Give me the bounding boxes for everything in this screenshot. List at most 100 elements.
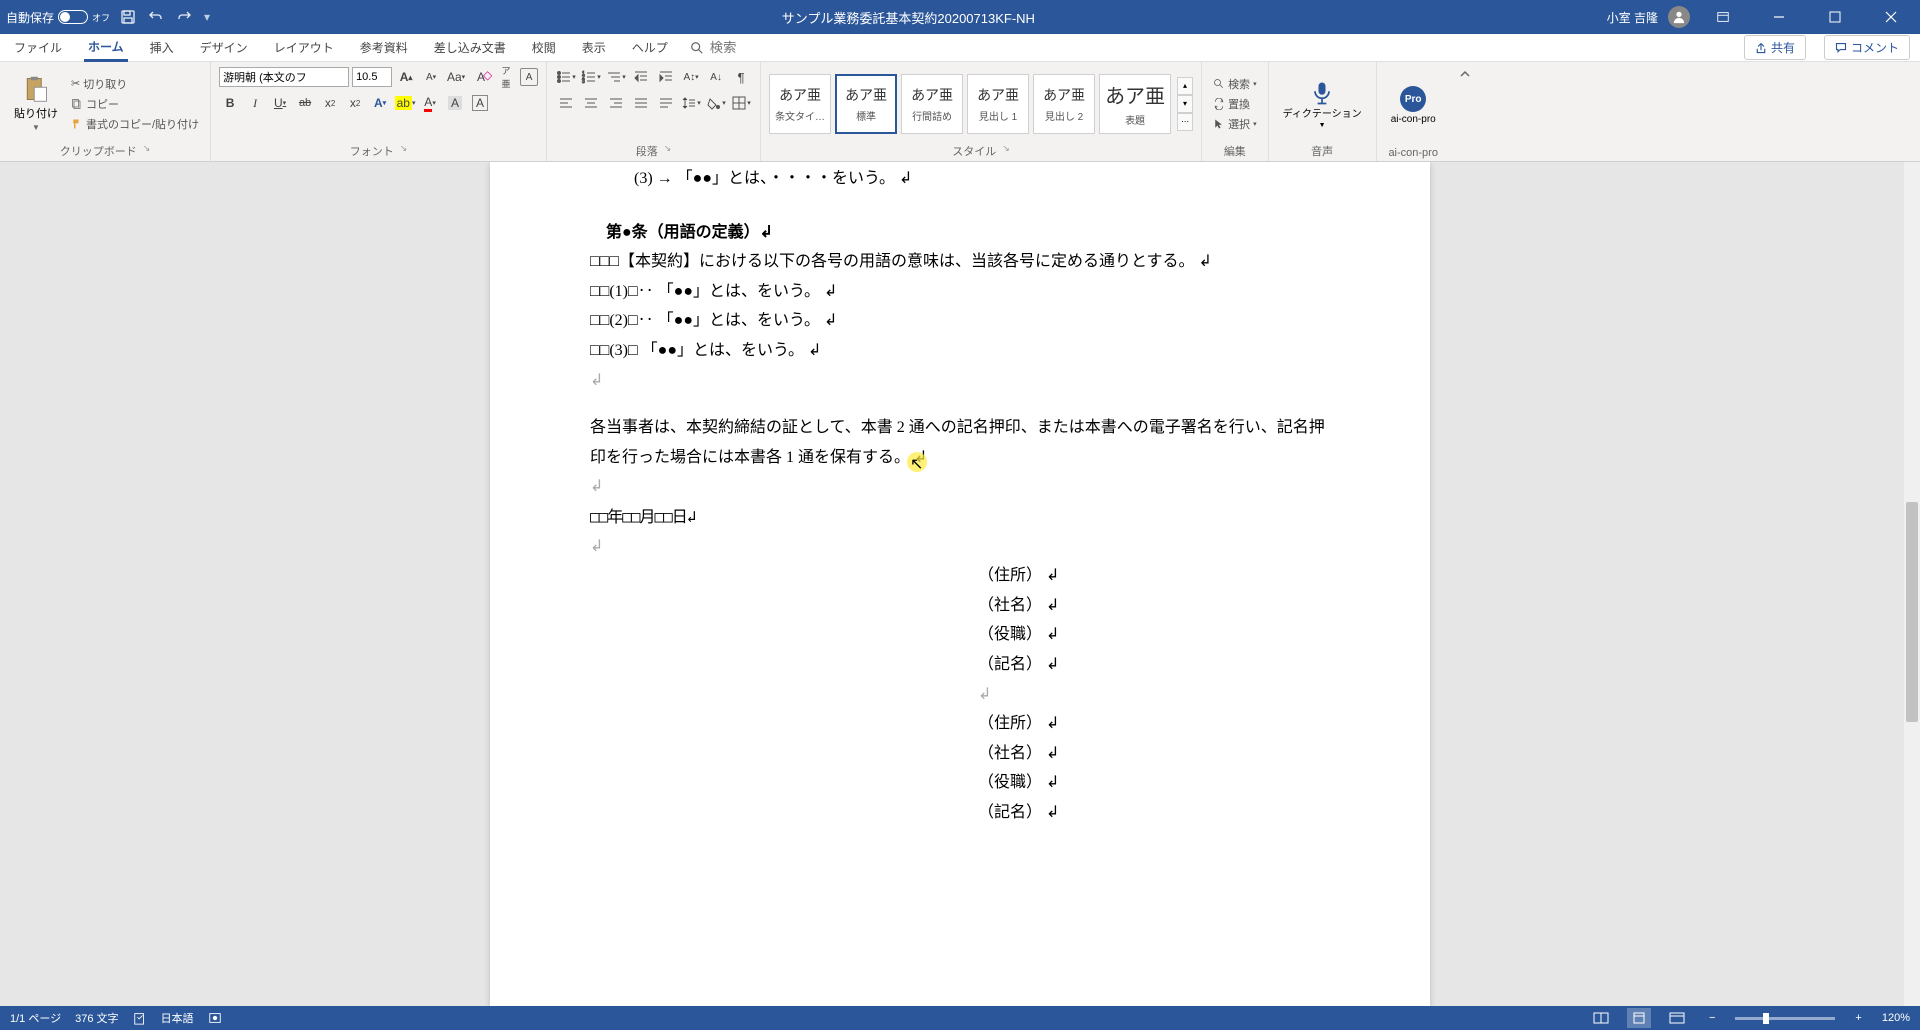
doc-line[interactable]: （役職） ↲ xyxy=(590,620,1330,650)
page[interactable]: (3) → 「●●」とは、・・・・をいう。 ↲ 第●条（用語の定義）↲ □□□【… xyxy=(490,162,1430,1006)
document-area[interactable]: (3) → 「●●」とは、・・・・をいう。 ↲ 第●条（用語の定義）↲ □□□【… xyxy=(0,162,1920,1006)
auto-save-toggle[interactable] xyxy=(58,10,88,24)
italic-button[interactable]: I xyxy=(244,92,266,114)
zoom-level[interactable]: 120% xyxy=(1882,1012,1910,1024)
justify-button[interactable] xyxy=(630,92,652,114)
style-more-button[interactable]: ⋯ xyxy=(1177,113,1193,131)
proofing-icon[interactable] xyxy=(133,1011,147,1025)
addin-button[interactable]: Pro ai-con-pro xyxy=(1385,82,1442,129)
style-item-4[interactable]: あア亜見出し 2 xyxy=(1033,74,1095,134)
style-item-3[interactable]: あア亜見出し 1 xyxy=(967,74,1029,134)
style-down-button[interactable]: ▾ xyxy=(1177,95,1193,113)
font-name-combo[interactable] xyxy=(219,67,349,87)
undo-icon[interactable] xyxy=(148,9,164,25)
style-item-5[interactable]: あア亜表題 xyxy=(1099,74,1171,134)
doc-line[interactable]: □□(1)□‥ 「●●」とは、をいう。 ↲ xyxy=(590,277,1330,307)
text-effects-button[interactable]: A▾ xyxy=(369,92,391,114)
doc-line[interactable]: □□(2)□‥ 「●●」とは、をいう。 ↲ xyxy=(590,306,1330,336)
dialog-launcher-icon[interactable]: ↘ xyxy=(1002,143,1010,159)
user-name[interactable]: 小室 吉隆 xyxy=(1607,9,1658,26)
tab-home[interactable]: ホーム xyxy=(84,34,128,62)
doc-line[interactable]: □□□【本契約】における以下の各号の用語の意味は、当該各号に定める通りとする。 … xyxy=(590,247,1330,277)
doc-line[interactable]: (3) → 「●●」とは、・・・・をいう。 ↲ xyxy=(590,164,1330,194)
doc-empty[interactable]: ↲ xyxy=(590,680,1330,710)
highlight-button[interactable]: ab▾ xyxy=(394,92,416,114)
doc-empty[interactable]: ↲ xyxy=(590,532,1330,562)
dialog-launcher-icon[interactable]: ↘ xyxy=(664,143,672,159)
phonetic-guide-button[interactable]: ア亜 xyxy=(495,66,517,88)
doc-line[interactable]: （住所） ↲ xyxy=(590,709,1330,739)
zoom-out-button[interactable]: − xyxy=(1703,1012,1721,1024)
cut-button[interactable]: ✂切り取り xyxy=(68,75,202,93)
dictate-button[interactable]: ディクテーション ▼ xyxy=(1277,75,1368,133)
view-web-button[interactable] xyxy=(1665,1008,1689,1028)
doc-line[interactable]: （役職） ↲ xyxy=(590,768,1330,798)
macro-icon[interactable] xyxy=(208,1011,222,1025)
doc-line[interactable]: （社名） ↲ xyxy=(590,739,1330,769)
style-item-2[interactable]: あア亜行間詰め xyxy=(901,74,963,134)
doc-line[interactable]: □□(3)□ 「●●」とは、をいう。 ↲ xyxy=(590,336,1330,366)
zoom-thumb[interactable] xyxy=(1763,1013,1769,1024)
doc-line[interactable]: □□年□□月□□日↲ xyxy=(590,502,1330,532)
user-avatar-icon[interactable] xyxy=(1668,6,1690,28)
enclose-char-button[interactable]: A xyxy=(520,68,538,86)
change-case-button[interactable]: Aa▾ xyxy=(445,66,467,88)
style-up-button[interactable]: ▴ xyxy=(1177,77,1193,95)
tab-insert[interactable]: 挿入 xyxy=(146,35,178,60)
doc-empty[interactable]: ↲ xyxy=(590,366,1330,396)
align-left-button[interactable] xyxy=(555,92,577,114)
status-lang[interactable]: 日本語 xyxy=(161,1010,194,1026)
vertical-scrollbar[interactable] xyxy=(1904,162,1920,1006)
share-button[interactable]: 共有 xyxy=(1744,35,1806,60)
style-item-0[interactable]: あア亜条文タイ… xyxy=(769,74,831,134)
underline-button[interactable]: U▾ xyxy=(269,92,291,114)
distribute-button[interactable] xyxy=(655,92,677,114)
status-page[interactable]: 1/1 ページ xyxy=(10,1010,61,1026)
text-direction-button[interactable]: A↕▾ xyxy=(680,66,702,88)
status-words[interactable]: 376 文字 xyxy=(75,1010,118,1026)
search-input[interactable] xyxy=(710,40,830,55)
ribbon-display-icon[interactable] xyxy=(1700,0,1746,34)
tab-references[interactable]: 参考資料 xyxy=(356,35,412,60)
increase-indent-button[interactable] xyxy=(655,66,677,88)
bold-button[interactable]: B xyxy=(219,92,241,114)
decrease-indent-button[interactable] xyxy=(630,66,652,88)
shading-button[interactable]: ▾ xyxy=(705,92,727,114)
doc-line[interactable]: （社名） ↲ xyxy=(590,591,1330,621)
show-marks-button[interactable]: ¶ xyxy=(730,66,752,88)
clear-format-button[interactable]: A◇ xyxy=(470,66,492,88)
qat-more-icon[interactable]: ▾ xyxy=(204,10,210,24)
tab-file[interactable]: ファイル xyxy=(10,35,66,60)
dialog-launcher-icon[interactable]: ↘ xyxy=(400,143,408,159)
tab-view[interactable]: 表示 xyxy=(578,35,610,60)
document-content[interactable]: (3) → 「●●」とは、・・・・をいう。 ↲ 第●条（用語の定義）↲ □□□【… xyxy=(590,162,1330,827)
auto-save[interactable]: 自動保存 オフ xyxy=(6,9,110,26)
select-button[interactable]: 選択▾ xyxy=(1210,115,1260,133)
borders-button[interactable]: ▾ xyxy=(730,92,752,114)
tab-mailings[interactable]: 差し込み文書 xyxy=(430,35,510,60)
bullets-button[interactable]: ▾ xyxy=(555,66,577,88)
align-center-button[interactable] xyxy=(580,92,602,114)
doc-line[interactable]: （記名） ↲ xyxy=(590,798,1330,828)
save-icon[interactable] xyxy=(120,9,136,25)
doc-line[interactable]: 各当事者は、本契約締結の証として、本書 2 通への記名押印、または本書への電子署… xyxy=(590,413,1330,472)
view-print-button[interactable] xyxy=(1627,1008,1651,1028)
maximize-icon[interactable] xyxy=(1812,0,1858,34)
tab-design[interactable]: デザイン xyxy=(196,35,252,60)
tab-review[interactable]: 校閲 xyxy=(528,35,560,60)
strikethrough-button[interactable]: ab xyxy=(294,92,316,114)
subscript-button[interactable]: x2 xyxy=(319,92,341,114)
line-spacing-button[interactable]: ▾ xyxy=(680,92,702,114)
replace-button[interactable]: 置換 xyxy=(1210,95,1260,113)
search-box[interactable] xyxy=(690,40,830,55)
superscript-button[interactable]: x2 xyxy=(344,92,366,114)
copy-button[interactable]: コピー xyxy=(68,95,202,113)
redo-icon[interactable] xyxy=(176,9,192,25)
doc-empty[interactable]: ↲ xyxy=(590,472,1330,502)
doc-line[interactable]: （住所） ↲ xyxy=(590,561,1330,591)
comment-button[interactable]: コメント xyxy=(1824,35,1910,60)
numbering-button[interactable]: 123▾ xyxy=(580,66,602,88)
format-painter-button[interactable]: 書式のコピー/貼り付け xyxy=(68,115,202,133)
close-icon[interactable] xyxy=(1868,0,1914,34)
minimize-icon[interactable] xyxy=(1756,0,1802,34)
